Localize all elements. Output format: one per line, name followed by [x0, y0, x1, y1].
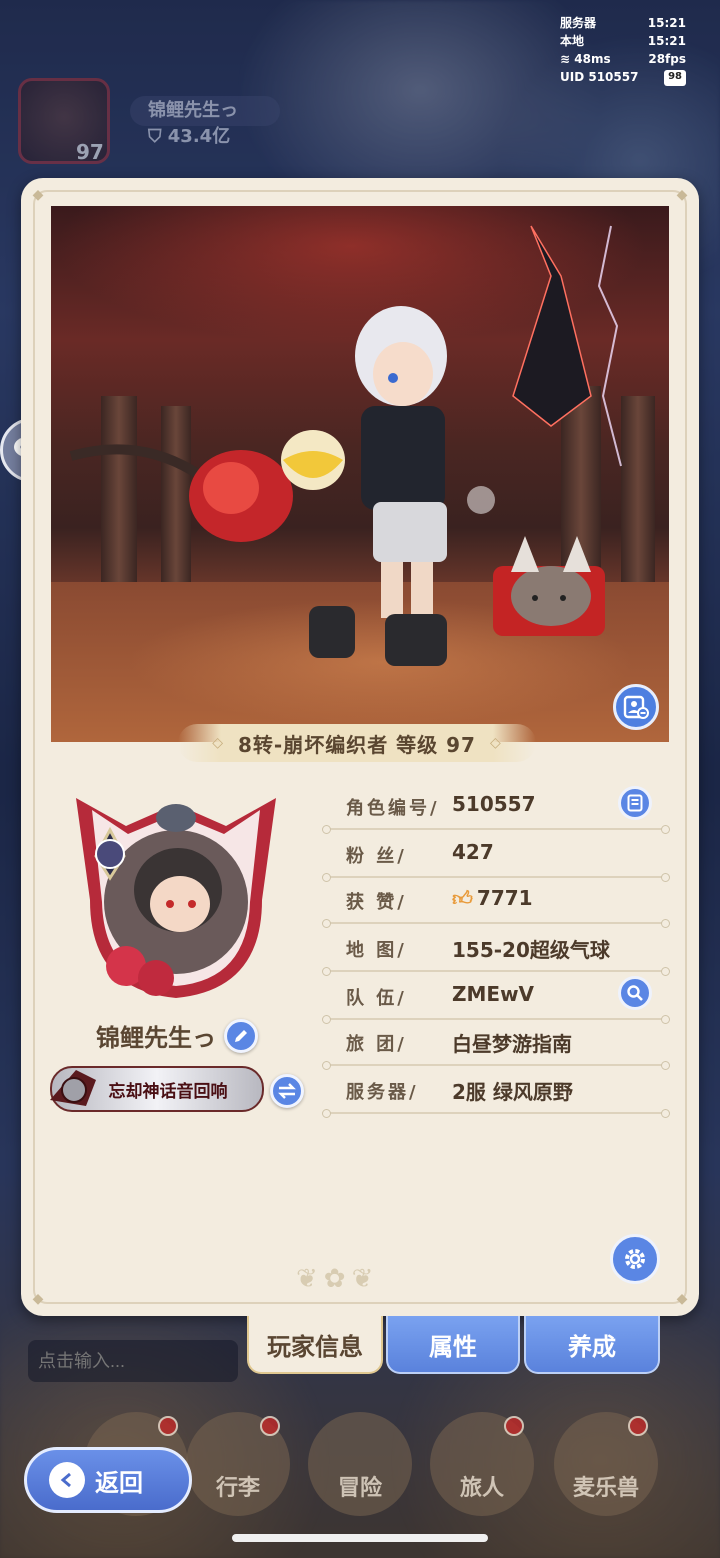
info-label: 服务器/ — [346, 1082, 419, 1103]
uid-value: 510557 — [588, 70, 639, 84]
shield-icon: ⛉ — [148, 126, 162, 147]
home-indicator — [232, 1534, 488, 1542]
scene-artwork — [69, 225, 622, 666]
player-name: 锦鲤先生っ — [96, 1024, 216, 1052]
player-name-row: 锦鲤先生っ — [96, 1018, 258, 1053]
server-time: 15:21 — [647, 16, 686, 30]
info-row-fans: 粉 丝/ 427 — [322, 834, 670, 882]
title-emblem-icon — [50, 1070, 96, 1106]
background-power: ⛉ 43.4亿 — [148, 126, 231, 147]
battery-indicator: 98 — [664, 70, 686, 86]
fps-value: 28fps — [648, 52, 686, 66]
info-row-character-id: 角色编号/ 510557 — [322, 786, 670, 834]
info-value: 2服 绿风原野 — [452, 1080, 573, 1104]
edit-name-button[interactable] — [224, 1018, 258, 1053]
diamond-ornament-icon: ◇ — [212, 735, 224, 751]
view-team-button[interactable] — [618, 976, 652, 1010]
local-label: 本地 — [560, 34, 585, 48]
row-divider — [322, 1109, 670, 1118]
search-icon — [627, 985, 643, 1001]
tab-player-info[interactable]: 玩家信息 — [247, 1316, 383, 1374]
info-row-guild: 旅 团/ 白昼梦游指南 — [322, 1022, 670, 1070]
info-value-likes: 👍︎ 7771 — [452, 886, 533, 910]
tab-development[interactable]: 养成 — [524, 1316, 660, 1374]
notification-dot — [628, 1416, 648, 1436]
info-row-map: 地 图/ 155-20超级气球 — [322, 928, 670, 976]
card-bottom-ornament: ❦✿❦ — [296, 1264, 380, 1294]
ping-value: 48ms — [574, 52, 611, 66]
corner-ornament: ◆ — [676, 187, 688, 203]
uid-label: UID — [560, 70, 585, 84]
row-divider — [322, 1061, 670, 1070]
portrait-card-icon — [623, 695, 649, 719]
server-label: 服务器 — [560, 16, 597, 30]
info-value: 白昼梦游指南 — [452, 1032, 572, 1056]
diamond-ornament-icon: ◇ — [489, 735, 502, 751]
chat-input[interactable] — [28, 1340, 238, 1382]
row-divider — [322, 967, 670, 976]
notification-dot — [504, 1416, 524, 1436]
wifi-icon: ≋ — [560, 52, 571, 66]
info-row-server: 服务器/ 2服 绿风原野 — [322, 1070, 670, 1118]
corner-ornament: ◆ — [32, 1291, 44, 1307]
settings-button[interactable] — [610, 1234, 660, 1284]
info-row-team: 队 伍/ ZMEwV — [322, 976, 670, 1024]
corner-ornament: ◆ — [32, 187, 44, 203]
switch-title-button[interactable] — [270, 1074, 304, 1108]
back-button[interactable]: 返回 — [24, 1447, 192, 1513]
info-label: 粉 丝/ — [346, 846, 407, 867]
nav-travelers[interactable]: 旅人 — [430, 1412, 534, 1516]
row-divider — [322, 1015, 670, 1024]
info-row-likes: 获 赞/ 👍︎ 7771 — [322, 880, 670, 928]
back-label: 返回 — [95, 1468, 143, 1497]
class-level-banner: ◇ 8转-崩坏编织者 等级 97 ◇ — [178, 724, 536, 762]
info-label: 获 赞/ — [346, 892, 407, 913]
gear-icon — [625, 1249, 645, 1269]
nav-pets[interactable]: 麦乐兽 — [554, 1412, 658, 1516]
info-label: 角色编号/ — [346, 798, 440, 819]
info-value: 510557 — [452, 792, 536, 816]
back-arrow-icon — [49, 1462, 85, 1498]
player-title-text: 忘却神话音回响 — [108, 1081, 228, 1102]
thumbs-up-icon: 👍︎ — [452, 886, 473, 910]
row-divider — [322, 919, 670, 928]
player-avatar[interactable] — [66, 790, 286, 1004]
class-level-text: 8转-崩坏编织者 等级 97 — [238, 732, 476, 757]
pencil-icon — [235, 1029, 247, 1042]
background-level: 97 — [76, 140, 104, 164]
local-time: 15:21 — [647, 34, 686, 48]
player-title-badge: 忘却神话音回响 — [50, 1066, 264, 1112]
corner-ornament: ◆ — [676, 1291, 688, 1307]
status-overlay: 服务器 15:21 本地 15:21 ≋ 48ms 28fps UID 510557 9… — [560, 14, 686, 86]
notification-dot — [158, 1416, 178, 1436]
background-player-chip: 97 锦鲤先生っ ⛉ 43.4亿 — [18, 78, 280, 164]
info-label: 地 图/ — [346, 940, 407, 961]
nav-inventory[interactable]: 行李 — [186, 1412, 290, 1516]
info-value: ZMEwV — [452, 982, 535, 1006]
info-value: 427 — [452, 840, 494, 864]
photo-mode-button[interactable] — [613, 684, 659, 730]
info-value: 155-20超级气球 — [452, 938, 610, 962]
character-showcase — [51, 206, 669, 742]
swap-arrows-icon — [278, 1083, 296, 1099]
row-divider — [322, 873, 670, 882]
copy-id-button[interactable] — [618, 786, 652, 820]
info-label: 旅 团/ — [346, 1034, 407, 1055]
nav-adventure[interactable]: 冒险 — [308, 1412, 412, 1516]
notification-dot — [260, 1416, 280, 1436]
info-label: 队 伍/ — [346, 988, 407, 1009]
row-divider — [322, 825, 670, 834]
tab-attributes[interactable]: 属性 — [386, 1316, 520, 1374]
list-icon — [627, 794, 643, 812]
